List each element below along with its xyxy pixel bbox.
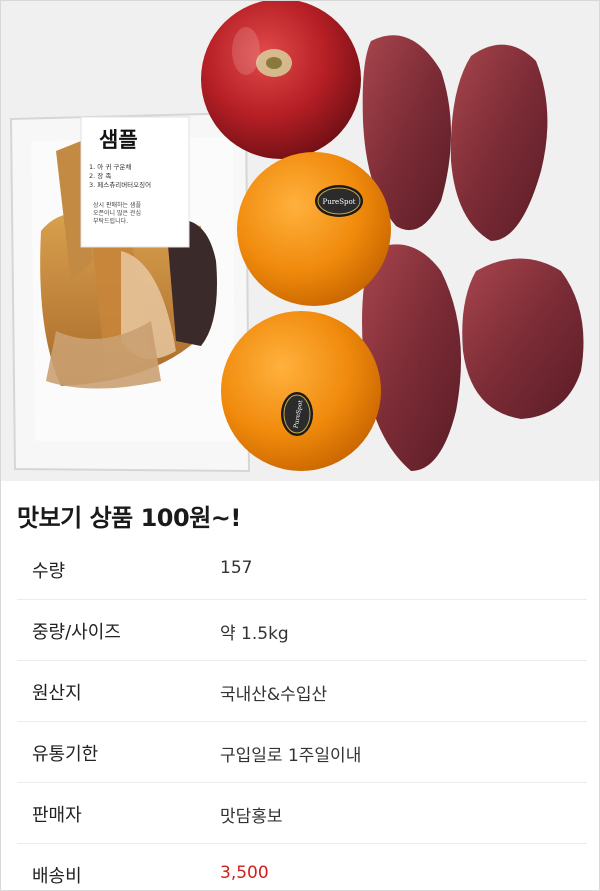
product-detail-screen: 샘플 1. 아 귀 구운채 2. 장 족 3. 페스츄리버터오징어 상시 판매하… <box>0 0 600 891</box>
detail-label: 배송비 <box>32 866 82 887</box>
sample-card-line-3: 3. 페스츄리버터오징어 <box>89 180 151 189</box>
detail-row-seller: 판매자 맛담홍보 <box>17 783 587 844</box>
detail-label: 판매자 <box>32 805 82 826</box>
detail-row-quantity: 수량 157 <box>17 539 587 600</box>
detail-label: 중량/사이즈 <box>32 622 121 643</box>
detail-row-origin: 원산지 국내산&수입산 <box>17 661 587 722</box>
sample-card-note-1: 상시 판매하는 샘플 <box>93 201 141 209</box>
detail-label: 수량 <box>32 561 66 582</box>
detail-label: 원산지 <box>32 683 82 704</box>
sample-card-title: 샘플 <box>99 128 138 152</box>
sample-card-line-2: 2. 장 족 <box>89 171 111 180</box>
orange-bottom: PureSpot <box>221 311 381 471</box>
orange-top: PureSpot <box>237 152 391 306</box>
detail-value: 157 <box>220 558 253 578</box>
sample-label-card: 샘플 1. 아 귀 구운채 2. 장 족 3. 페스츄리버터오징어 상시 판매하… <box>80 116 190 248</box>
orange-sticker-text-1: PureSpot <box>322 198 355 206</box>
sample-card-note-3: 부탁드립니다. <box>93 217 128 225</box>
apple <box>201 1 361 159</box>
detail-value: 구입일로 1주일이내 <box>220 746 362 766</box>
product-title: 맛보기 상품 100원~! <box>17 504 241 532</box>
detail-row-expiry: 유통기한 구입일로 1주일이내 <box>17 722 587 783</box>
detail-value: 국내산&수입산 <box>220 685 328 705</box>
detail-value: 약 1.5kg <box>220 624 289 644</box>
sample-card-line-1: 1. 아 귀 구운채 <box>89 162 131 171</box>
product-photo-illustration: 샘플 1. 아 귀 구운채 2. 장 족 3. 페스츄리버터오징어 상시 판매하… <box>1 1 599 481</box>
detail-value: 맛담홍보 <box>220 807 283 827</box>
detail-label: 유통기한 <box>32 744 99 765</box>
detail-row-weight-size: 중량/사이즈 약 1.5kg <box>17 600 587 661</box>
detail-row-shipping-fee: 배송비 3,500 <box>17 844 587 890</box>
product-details-table: 수량 157 중량/사이즈 약 1.5kg 원산지 국내산&수입산 유통기한 구… <box>17 539 587 890</box>
sample-card-note-2: 오픈이니 많은 관심 <box>93 209 141 217</box>
product-photo[interactable]: 샘플 1. 아 귀 구운채 2. 장 족 3. 페스츄리버터오징어 상시 판매하… <box>1 1 599 481</box>
shipping-fee-value: 3,500 <box>220 863 269 883</box>
